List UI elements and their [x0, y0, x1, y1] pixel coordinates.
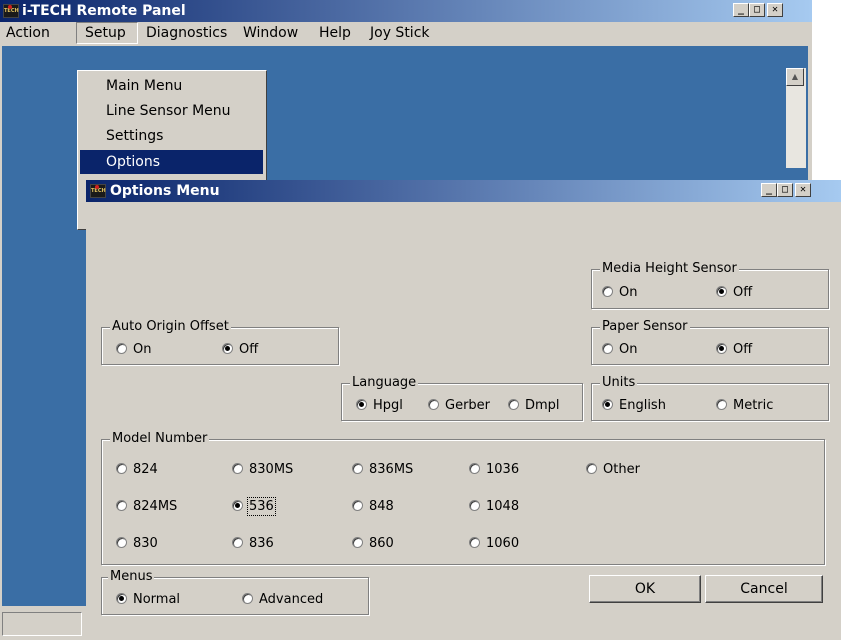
- media-height-sensor-group: Media Height Sensor On Off: [591, 261, 829, 309]
- radio-icon: [602, 343, 613, 354]
- units-group: Units English Metric: [591, 375, 829, 421]
- menu-item-line-sensor-menu[interactable]: Line Sensor Menu: [80, 99, 263, 123]
- media-height-off-radio[interactable]: Off: [716, 285, 752, 301]
- model-824-radio[interactable]: 824: [116, 462, 158, 478]
- radio-icon: [469, 463, 480, 474]
- menus-legend: Menus: [108, 569, 155, 585]
- dialog-title-bar[interactable]: TECH Options Menu _ □ ✕: [86, 180, 841, 202]
- radio-selected-icon: [116, 593, 127, 604]
- menu-diagnostics[interactable]: Diagnostics: [146, 22, 227, 44]
- radio-selected-icon: [356, 399, 367, 410]
- focused-label: 536: [247, 497, 276, 516]
- media-height-sensor-legend: Media Height Sensor: [600, 261, 739, 277]
- minimize-button[interactable]: _: [733, 3, 749, 17]
- model-830-radio[interactable]: 830: [116, 536, 158, 552]
- radio-selected-icon: [222, 343, 233, 354]
- radio-icon: [232, 463, 243, 474]
- dialog-minimize-button[interactable]: _: [761, 183, 777, 197]
- model-1048-radio[interactable]: 1048: [469, 499, 519, 515]
- paper-sensor-on-radio[interactable]: On: [602, 342, 637, 358]
- radio-icon: [116, 343, 127, 354]
- units-metric-radio[interactable]: Metric: [716, 398, 773, 414]
- language-group: Language Hpgl Gerber Dmpl: [341, 375, 583, 421]
- cancel-button[interactable]: Cancel: [705, 575, 823, 603]
- menu-setup[interactable]: Setup: [76, 22, 138, 44]
- menu-window[interactable]: Window: [243, 22, 298, 44]
- radio-icon: [602, 286, 613, 297]
- menu-item-settings[interactable]: Settings: [80, 124, 263, 148]
- paper-sensor-off-radio[interactable]: Off: [716, 342, 752, 358]
- menus-normal-radio[interactable]: Normal: [116, 592, 180, 608]
- model-number-group: Model Number 824 830MS 836MS 1036 Other …: [101, 431, 825, 565]
- model-1036-radio[interactable]: 1036: [469, 462, 519, 478]
- maximize-button[interactable]: □: [749, 3, 765, 17]
- radio-selected-icon: [602, 399, 613, 410]
- radio-selected-icon: [232, 500, 243, 511]
- language-dmpl-radio[interactable]: Dmpl: [508, 398, 560, 414]
- menu-item-main-menu[interactable]: Main Menu: [80, 74, 263, 98]
- radio-icon: [428, 399, 439, 410]
- language-gerber-radio[interactable]: Gerber: [428, 398, 490, 414]
- language-hpgl-radio[interactable]: Hpgl: [356, 398, 403, 414]
- paper-sensor-legend: Paper Sensor: [600, 319, 690, 335]
- vertical-scrollbar[interactable]: ▲: [786, 68, 806, 168]
- model-536-radio[interactable]: 536: [232, 497, 276, 516]
- model-848-radio[interactable]: 848: [352, 499, 394, 515]
- model-1060-radio[interactable]: 1060: [469, 536, 519, 552]
- options-dialog: TECH Options Menu _ □ ✕ Media Height Sen…: [86, 180, 841, 640]
- radio-selected-icon: [716, 343, 727, 354]
- menu-action[interactable]: Action: [6, 22, 50, 44]
- radio-icon: [352, 500, 363, 511]
- radio-icon: [116, 537, 127, 548]
- menu-joy-stick[interactable]: Joy Stick: [370, 22, 430, 44]
- radio-selected-icon: [716, 286, 727, 297]
- app-icon: TECH: [3, 4, 19, 18]
- radio-icon: [508, 399, 519, 410]
- auto-origin-offset-legend: Auto Origin Offset: [110, 319, 231, 335]
- auto-origin-offset-group: Auto Origin Offset On Off: [101, 319, 339, 365]
- radio-icon: [232, 537, 243, 548]
- language-legend: Language: [350, 375, 419, 391]
- model-other-radio[interactable]: Other: [586, 462, 640, 478]
- scroll-up-icon[interactable]: ▲: [786, 68, 804, 86]
- radio-icon: [116, 500, 127, 511]
- menu-help[interactable]: Help: [319, 22, 351, 44]
- model-836-radio[interactable]: 836: [232, 536, 274, 552]
- auto-origin-off-radio[interactable]: Off: [222, 342, 258, 358]
- radio-icon: [352, 463, 363, 474]
- paper-sensor-group: Paper Sensor On Off: [591, 319, 829, 365]
- radio-icon: [242, 593, 253, 604]
- menu-item-options[interactable]: Options: [80, 150, 263, 174]
- ok-button[interactable]: OK: [589, 575, 701, 603]
- radio-icon: [586, 463, 597, 474]
- radio-icon: [352, 537, 363, 548]
- close-button[interactable]: ✕: [767, 3, 783, 17]
- radio-icon: [469, 500, 480, 511]
- model-number-legend: Model Number: [110, 431, 210, 447]
- menus-group: Menus Normal Advanced: [101, 569, 369, 615]
- model-824ms-radio[interactable]: 824MS: [116, 499, 177, 515]
- radio-icon: [469, 537, 480, 548]
- model-836ms-radio[interactable]: 836MS: [352, 462, 413, 478]
- dialog-close-button[interactable]: ✕: [795, 183, 811, 197]
- media-height-on-radio[interactable]: On: [602, 285, 637, 301]
- main-title-bar[interactable]: TECH i-TECH Remote Panel _ □ ✕: [0, 0, 812, 22]
- main-title: i-TECH Remote Panel: [22, 3, 186, 19]
- dialog-maximize-button[interactable]: □: [777, 183, 793, 197]
- dialog-icon: TECH: [90, 184, 106, 198]
- units-legend: Units: [600, 375, 638, 391]
- status-bar: [2, 612, 82, 636]
- model-860-radio[interactable]: 860: [352, 536, 394, 552]
- dialog-title: Options Menu: [110, 183, 220, 199]
- auto-origin-on-radio[interactable]: On: [116, 342, 151, 358]
- units-english-radio[interactable]: English: [602, 398, 666, 414]
- menus-advanced-radio[interactable]: Advanced: [242, 592, 323, 608]
- model-830ms-radio[interactable]: 830MS: [232, 462, 293, 478]
- radio-icon: [116, 463, 127, 474]
- menu-bar: Action Setup Diagnostics Window Help Joy…: [0, 22, 812, 44]
- radio-icon: [716, 399, 727, 410]
